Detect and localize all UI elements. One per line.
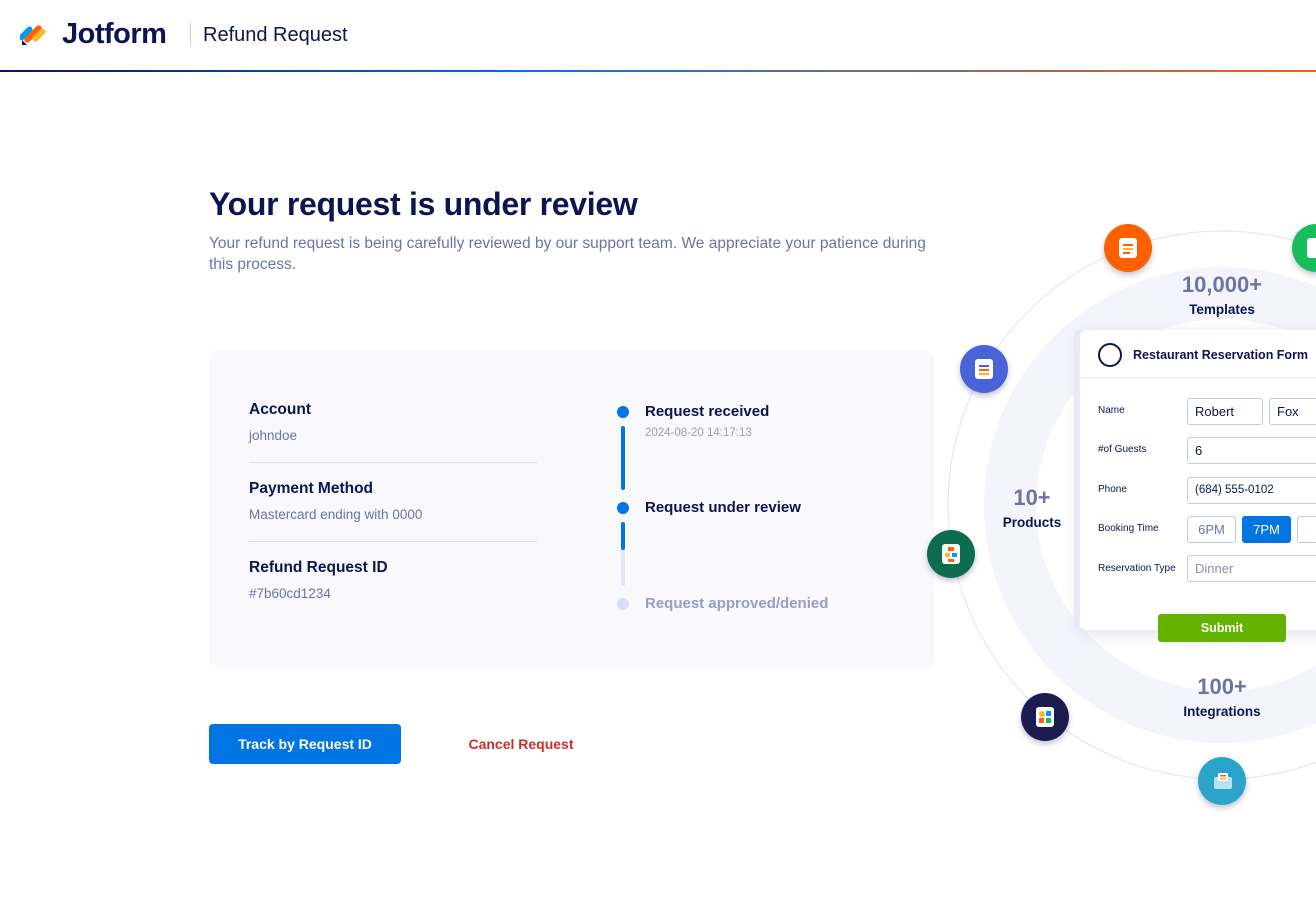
form-preview-header: Restaurant Reservation Form <box>1080 330 1316 378</box>
timeline-line-progress <box>621 522 625 550</box>
cancel-request-button[interactable]: Cancel Request <box>455 724 587 764</box>
promo-illustration: 10,000+ Templates 10+ Products 100+ Inte… <box>920 200 1316 820</box>
restaurant-logo-icon <box>1098 343 1122 367</box>
document-icon <box>1104 224 1152 272</box>
payment-method-label: Payment Method <box>249 480 374 497</box>
flow-icon <box>927 530 975 578</box>
templates-count: 10,000+ <box>1181 272 1263 297</box>
details-divider <box>249 462 537 463</box>
account-label: Account <box>249 401 311 418</box>
details-divider <box>249 541 537 542</box>
form-preview-card: Restaurant Reservation Form Name Robert … <box>1080 330 1316 642</box>
timeline-date-received: 2024-08-20 14:17:13 <box>645 427 752 439</box>
top-header: Jotform Refund Request <box>0 0 1316 72</box>
integrations-label: Integrations <box>1183 704 1261 719</box>
payment-method-block: Payment Method Mastercard ending with 00… <box>249 480 537 522</box>
guests-field: 6 <box>1187 437 1316 464</box>
form-preview-title: Restaurant Reservation Form <box>1133 348 1309 362</box>
timeline-dot-decision <box>617 598 629 610</box>
track-request-button[interactable]: Track by Request ID <box>209 724 401 764</box>
timeline-step-decision: Request approved/denied <box>645 595 829 612</box>
account-value: johndoe <box>249 428 298 443</box>
refund-id-block: Refund Request ID #7b60cd1234 <box>249 559 537 601</box>
templates-label: Templates <box>1189 302 1255 317</box>
last-name-field: Fox <box>1269 398 1316 425</box>
products-label: Products <box>1002 515 1062 530</box>
brand-name[interactable]: Jotform <box>62 18 167 51</box>
timeline-line <box>621 426 625 490</box>
mail-icon <box>1198 757 1246 805</box>
timeline-dot-received <box>617 406 629 418</box>
page-title: Your request is under review <box>209 186 638 222</box>
reservation-type-field: Dinner <box>1187 555 1316 582</box>
form-preview-submit-button: Submit <box>1158 614 1286 642</box>
form-icon <box>960 345 1008 393</box>
time-option-6pm: 6PM <box>1187 516 1236 543</box>
timeline-step-review: Request under review <box>645 499 801 516</box>
first-name-field: Robert <box>1187 398 1263 425</box>
status-timeline: Request received 2024-08-20 14:17:13 Req… <box>614 401 914 631</box>
header-title: Refund Request <box>203 24 348 46</box>
phone-label: Phone <box>1098 484 1127 495</box>
guests-label: #of Guests <box>1098 444 1147 455</box>
integrations-count: 100+ <box>1197 674 1247 699</box>
payment-method-value: Mastercard ending with 0000 <box>249 507 423 522</box>
phone-field: (684) 555-0102 <box>1187 477 1316 504</box>
header-divider <box>190 22 191 46</box>
timeline-step-received: Request received <box>645 403 770 420</box>
reservation-type-label: Reservation Type <box>1098 563 1176 574</box>
account-block: Account johndoe <box>249 401 537 443</box>
page-subtitle: Your refund request is being carefully r… <box>209 235 926 273</box>
time-option-7pm: 7PM <box>1242 516 1291 543</box>
name-label: Name <box>1098 405 1125 416</box>
products-count: 10+ <box>1013 485 1051 510</box>
booking-time-label: Booking Time <box>1098 523 1159 534</box>
refund-id-value: #7b60cd1234 <box>249 586 331 601</box>
request-details-card: Account johndoe Payment Method Mastercar… <box>209 351 934 667</box>
header-gradient-line <box>0 70 1316 72</box>
jotform-logo-icon[interactable] <box>20 19 48 49</box>
refund-id-label: Refund Request ID <box>249 559 388 576</box>
apps-icon <box>1021 693 1069 741</box>
time-option-8pm: 8 <box>1297 516 1316 543</box>
timeline-dot-review <box>617 502 629 514</box>
